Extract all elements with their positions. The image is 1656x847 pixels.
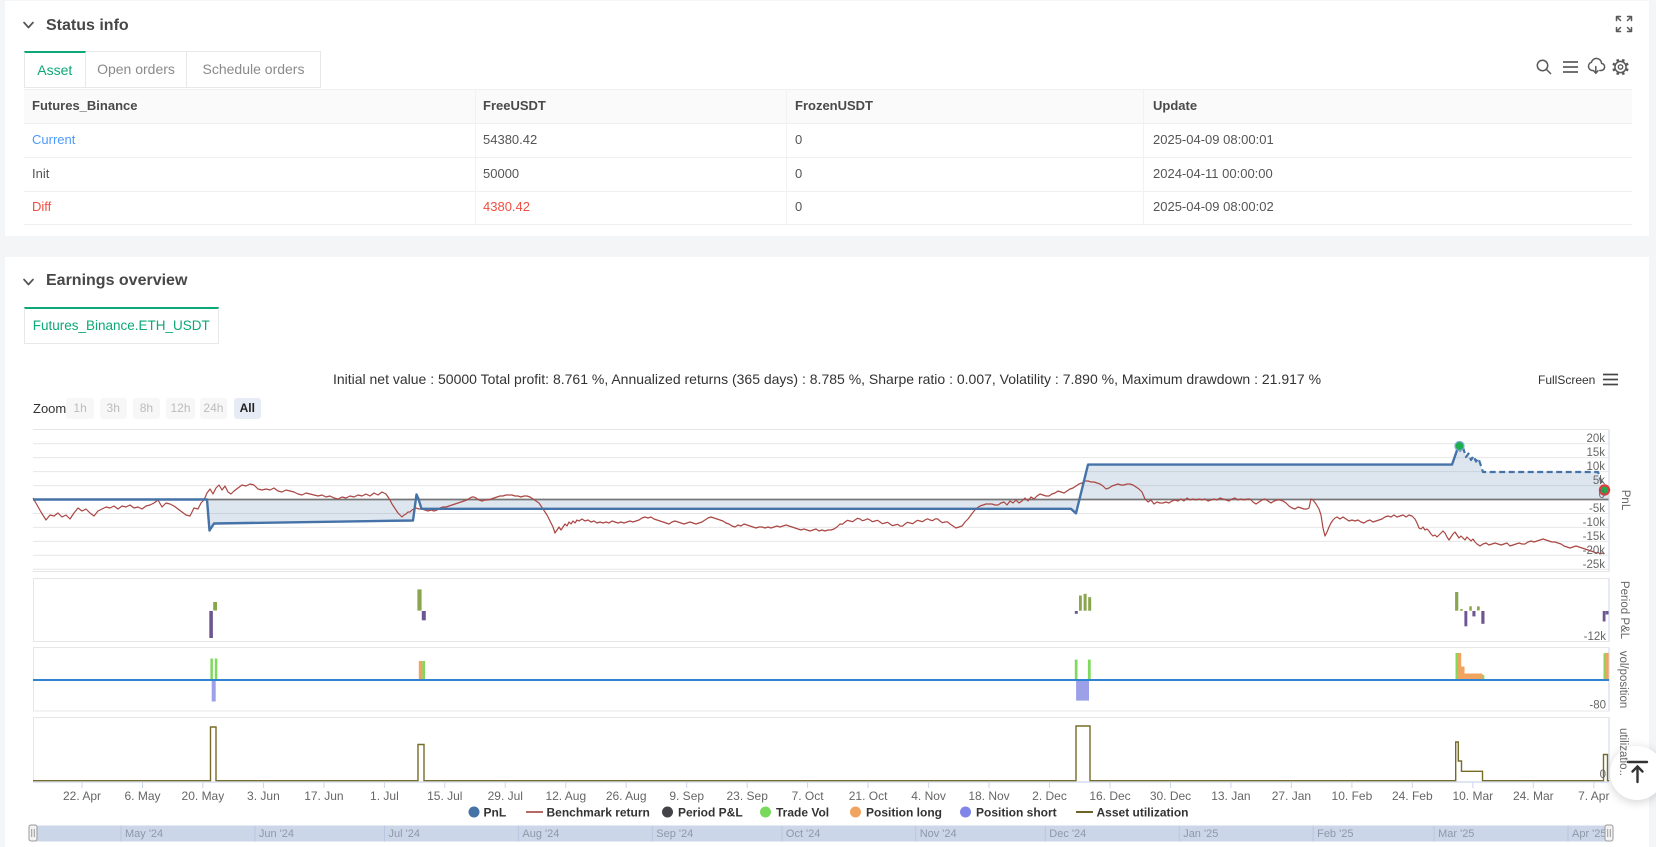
svg-text:17. Jun: 17. Jun: [304, 789, 343, 803]
svg-text:7. Oct: 7. Oct: [792, 789, 825, 803]
svg-text:20. May: 20. May: [182, 789, 225, 803]
svg-text:22. Apr: 22. Apr: [63, 789, 101, 803]
svg-text:6. May: 6. May: [124, 789, 160, 803]
svg-text:Position short: Position short: [976, 806, 1057, 820]
svg-text:-80: -80: [1589, 700, 1606, 712]
svg-text:Trade Vol: Trade Vol: [776, 806, 829, 820]
svg-text:10. Mar: 10. Mar: [1452, 789, 1493, 803]
svg-text:15. Jul: 15. Jul: [427, 789, 462, 803]
svg-text:-20k: -20k: [1583, 545, 1606, 557]
svg-text:Feb '25: Feb '25: [1317, 828, 1353, 840]
svg-text:PnL: PnL: [1619, 490, 1631, 511]
svg-text:9. Sep: 9. Sep: [669, 789, 704, 803]
svg-text:3. Jun: 3. Jun: [247, 789, 280, 803]
svg-text:5k: 5k: [1593, 475, 1605, 487]
svg-text:30. Dec: 30. Dec: [1150, 789, 1191, 803]
svg-text:20k: 20k: [1586, 433, 1605, 445]
svg-text:26. Aug: 26. Aug: [606, 789, 647, 803]
svg-text:Period P&L: Period P&L: [1618, 581, 1630, 640]
svg-text:Jan '25: Jan '25: [1183, 828, 1218, 840]
svg-text:Aug '24: Aug '24: [522, 828, 559, 840]
svg-text:Period P&L: Period P&L: [678, 806, 743, 820]
svg-text:-10k: -10k: [1583, 517, 1606, 529]
svg-text:24. Mar: 24. Mar: [1513, 789, 1554, 803]
svg-text:Asset utilization: Asset utilization: [1097, 806, 1189, 820]
svg-text:0: 0: [1600, 769, 1606, 781]
svg-text:Mar '25: Mar '25: [1438, 828, 1474, 840]
svg-text:12. Aug: 12. Aug: [545, 789, 586, 803]
svg-text:Jul '24: Jul '24: [389, 828, 420, 840]
svg-text:Jun '24: Jun '24: [259, 828, 294, 840]
svg-text:13. Jan: 13. Jan: [1211, 789, 1250, 803]
svg-text:Sep '24: Sep '24: [656, 828, 693, 840]
svg-text:Nov '24: Nov '24: [920, 828, 957, 840]
svg-text:4. Nov: 4. Nov: [911, 789, 946, 803]
svg-text:18. Nov: 18. Nov: [968, 789, 1009, 803]
svg-text:0: 0: [1599, 489, 1605, 501]
svg-text:10k: 10k: [1586, 461, 1605, 473]
svg-text:29. Jul: 29. Jul: [488, 789, 523, 803]
svg-text:-5k: -5k: [1589, 503, 1605, 515]
svg-text:1. Jul: 1. Jul: [370, 789, 399, 803]
svg-text:PnL: PnL: [484, 806, 507, 820]
svg-text:Apr '25: Apr '25: [1572, 828, 1607, 840]
svg-text:16. Dec: 16. Dec: [1089, 789, 1130, 803]
svg-text:Benchmark return: Benchmark return: [547, 806, 650, 820]
svg-text:23. Sep: 23. Sep: [727, 789, 769, 803]
svg-text:7. Apr: 7. Apr: [1578, 789, 1609, 803]
svg-text:27. Jan: 27. Jan: [1272, 789, 1311, 803]
svg-text:15k: 15k: [1586, 447, 1605, 459]
svg-text:May '24: May '24: [125, 828, 163, 840]
svg-text:10. Feb: 10. Feb: [1332, 789, 1373, 803]
svg-text:Position long: Position long: [866, 806, 942, 820]
svg-text:Oct '24: Oct '24: [786, 828, 821, 840]
svg-text:Dec '24: Dec '24: [1049, 828, 1086, 840]
svg-text:-25k: -25k: [1583, 559, 1606, 571]
svg-text:-15k: -15k: [1583, 531, 1606, 543]
svg-text:-12k: -12k: [1584, 631, 1607, 643]
svg-text:21. Oct: 21. Oct: [849, 789, 888, 803]
svg-text:vol/position: vol/position: [1617, 651, 1629, 709]
svg-text:24. Feb: 24. Feb: [1392, 789, 1433, 803]
svg-text:2. Dec: 2. Dec: [1032, 789, 1067, 803]
svg-text:utilizatio..: utilizatio..: [1617, 728, 1629, 776]
